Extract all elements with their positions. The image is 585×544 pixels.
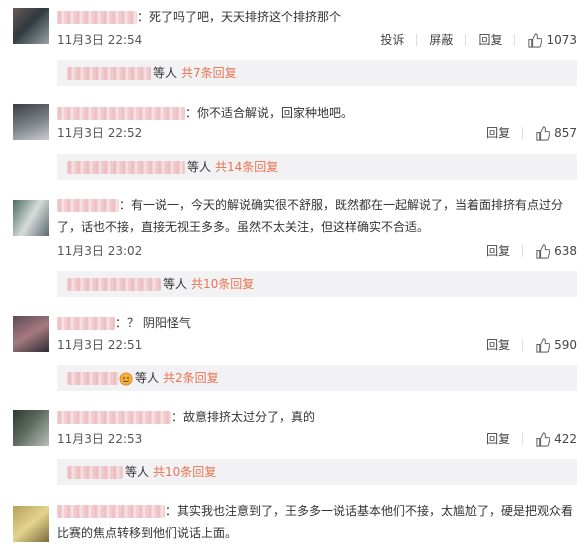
comment-line: ：死了吗了吧，天天排挤这个排挤那个 xyxy=(57,6,341,28)
divider xyxy=(522,433,524,445)
thumbs-up-icon xyxy=(536,125,551,141)
comment-text: 你不适合解说，回家种地吧。 xyxy=(197,106,354,120)
reply-usernames-blurred[interactable] xyxy=(67,372,119,385)
like-button[interactable]: 1073 xyxy=(527,31,577,49)
username-blurred[interactable] xyxy=(57,411,171,424)
reply-who: 等人 xyxy=(135,371,160,385)
reply-summary: 等人 共2条回复 xyxy=(57,365,577,391)
thumbs-up-icon xyxy=(536,431,551,447)
divider xyxy=(522,127,524,139)
reply-count-link[interactable]: 共7条回复 xyxy=(181,66,237,80)
divider xyxy=(465,34,467,46)
reply-button[interactable]: 回复 xyxy=(486,242,510,260)
like-button[interactable]: 857 xyxy=(535,124,577,142)
comment-text: 死了吗了吧，天天排挤这个排挤那个 xyxy=(149,10,342,24)
like-count: 1073 xyxy=(546,33,577,47)
comment-time: 11月3日 23:02 xyxy=(57,244,143,258)
avatar[interactable] xyxy=(13,506,49,542)
like-count: 857 xyxy=(554,126,577,140)
comment-line: ：？ 阴阳怪气 xyxy=(57,312,191,334)
reply-button[interactable]: 回复 xyxy=(486,430,510,448)
reply-count-link[interactable]: 共10条回复 xyxy=(153,465,216,479)
reply-usernames-blurred[interactable] xyxy=(67,161,185,174)
reply-usernames-blurred[interactable] xyxy=(67,466,123,479)
report-button[interactable]: 投诉 xyxy=(380,31,404,49)
thumbs-up-icon xyxy=(528,32,543,48)
reply-summary: 等人 共7条回复 xyxy=(57,60,577,86)
reply-button[interactable]: 回复 xyxy=(486,336,510,354)
avatar[interactable] xyxy=(13,104,49,140)
reply-summary: 等人 共10条回复 xyxy=(57,459,577,485)
comment-time: 11月3日 22:54 xyxy=(57,33,143,47)
like-button[interactable]: 638 xyxy=(535,242,577,260)
thumbs-up-icon xyxy=(536,243,551,259)
reply-button[interactable]: 回复 xyxy=(486,124,510,142)
reply-summary: 等人 共10条回复 xyxy=(57,271,577,297)
reply-who: 等人 xyxy=(163,277,188,291)
username-blurred[interactable] xyxy=(57,199,119,212)
comment-line: ：你不适合解说，回家种地吧。 xyxy=(57,102,353,124)
comment-line: ：有一说一，今天的解说确实很不舒服，既然都在一起解说了，当着面排挤有点过分了，话… xyxy=(57,198,564,234)
reply-who: 等人 xyxy=(187,160,212,174)
reply-count-link[interactable]: 共10条回复 xyxy=(191,277,254,291)
block-button[interactable]: 屏蔽 xyxy=(429,31,453,49)
comment-text: ？ 阴阳怪气 xyxy=(127,316,191,330)
like-count: 590 xyxy=(554,338,577,352)
reply-count-link[interactable]: 共14条回复 xyxy=(215,160,278,174)
reply-usernames-blurred[interactable] xyxy=(67,67,151,80)
username-blurred[interactable] xyxy=(57,107,185,120)
comment-actions: 回复 638 xyxy=(474,242,577,260)
like-count: 422 xyxy=(554,432,577,446)
reply-summary: 等人 共14条回复 xyxy=(57,154,577,180)
reply-who: 等人 xyxy=(153,66,178,80)
like-count: 638 xyxy=(554,244,577,258)
comment-time: 11月3日 22:52 xyxy=(57,126,143,140)
comment-text: 故意排挤太过分了，真的 xyxy=(183,410,316,424)
username-blurred[interactable] xyxy=(57,317,115,330)
face-emoji-icon xyxy=(119,372,133,385)
like-button[interactable]: 590 xyxy=(535,336,577,354)
reply-usernames-blurred[interactable] xyxy=(67,278,161,291)
divider xyxy=(522,245,524,257)
comment-time: 11月3日 22:53 xyxy=(57,432,143,446)
comment-actions: 回复 857 xyxy=(474,124,577,142)
reply-button[interactable]: 回复 xyxy=(478,31,502,49)
avatar[interactable] xyxy=(13,316,49,352)
comment-line: ：故意排挤太过分了，真的 xyxy=(57,406,315,428)
divider xyxy=(514,34,516,46)
reply-who: 等人 xyxy=(125,465,150,479)
like-button[interactable]: 422 xyxy=(535,430,577,448)
comment-time: 11月3日 22:51 xyxy=(57,338,143,352)
avatar[interactable] xyxy=(13,200,49,236)
comment-actions: 投诉 屏蔽 回复 1073 xyxy=(368,31,577,49)
thumbs-up-icon xyxy=(536,337,551,353)
divider xyxy=(416,34,418,46)
avatar[interactable] xyxy=(13,8,49,44)
divider xyxy=(522,339,524,351)
comment-actions: 回复 422 xyxy=(474,430,577,448)
comment-actions: 回复 590 xyxy=(474,336,577,354)
username-blurred[interactable] xyxy=(57,11,137,24)
username-blurred[interactable] xyxy=(57,505,165,518)
comment-line: ：其实我也注意到了，王多多一说话基本他们不接，太尴尬了，硬是把观众看比赛的焦点转… xyxy=(57,504,574,540)
avatar[interactable] xyxy=(13,410,49,446)
comment-text: 有一说一，今天的解说确实很不舒服，既然都在一起解说了，当着面排挤有点过分了，话也… xyxy=(57,198,564,234)
reply-count-link[interactable]: 共2条回复 xyxy=(163,371,219,385)
